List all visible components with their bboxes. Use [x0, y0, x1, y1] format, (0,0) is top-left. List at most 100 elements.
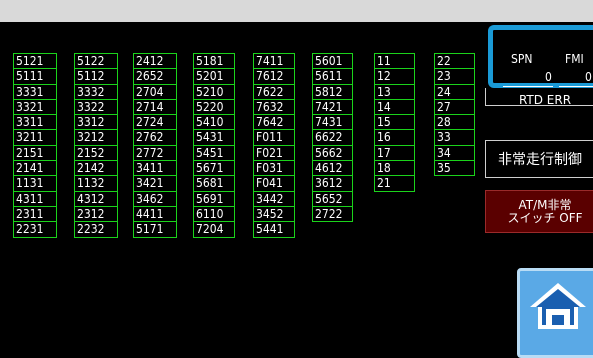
- fault-code-cell: 2772: [133, 144, 177, 162]
- fault-code-cell: 2312: [74, 205, 118, 223]
- fault-code-cell: 2762: [133, 129, 177, 146]
- atm-line2-label: スイッチ OFF: [507, 210, 583, 225]
- fault-code-cell: 5201: [193, 68, 235, 85]
- fault-code-cell: 7421: [312, 98, 353, 116]
- fault-code-cell: 7431: [312, 114, 353, 131]
- fault-code-cell: 34: [434, 144, 475, 162]
- fault-code-cell: 2714: [133, 98, 177, 116]
- fault-code-cell: 3211: [13, 129, 57, 146]
- fault-code-cell: 7612: [253, 68, 295, 85]
- code-column: 5121 5111 3331 3321 3311 3211 2151 2141 1131 4311…: [13, 53, 57, 238]
- fault-code-cell: 22: [434, 53, 475, 70]
- fault-code-cell: 3321: [13, 98, 57, 116]
- fault-code-cell: 5601: [312, 53, 353, 70]
- fault-code-cell: 6110: [193, 205, 235, 223]
- fmi-label: FMI: [565, 52, 584, 66]
- fault-code-cell: 24: [434, 83, 475, 100]
- fault-code-cell: 5122: [74, 53, 118, 70]
- code-column: 22 23 24 27 28 33 34 35: [434, 53, 475, 177]
- fault-code-cell: 3311: [13, 114, 57, 131]
- fault-code-cell: 23: [434, 68, 475, 85]
- fault-code-cell: 2704: [133, 83, 177, 100]
- fault-code-cell: 27: [434, 98, 475, 116]
- fault-code-cell: 28: [434, 114, 475, 131]
- code-column: 7411 7612 7622 7632 7642 F011 F021 F031 F041 3442…: [253, 53, 295, 238]
- fault-code-cell: 5111: [13, 68, 57, 85]
- fault-code-cell: 7632: [253, 98, 295, 116]
- fault-code-cell: 21: [374, 175, 415, 192]
- fault-code-cell: 5181: [193, 53, 235, 70]
- fault-code-cell: 7411: [253, 53, 295, 70]
- fault-code-cell: 3452: [253, 205, 295, 223]
- fault-code-cell: 5662: [312, 144, 353, 162]
- fault-code-cell: 3421: [133, 175, 177, 192]
- fault-code-cell: 18: [374, 160, 415, 177]
- fmi-underline: [559, 86, 593, 87]
- top-bar: [0, 0, 593, 22]
- fault-code-cell: 4612: [312, 160, 353, 177]
- code-column: 11 12 13 14 15 16 17 18 21: [374, 53, 415, 192]
- fault-code-cell: 2232: [74, 221, 118, 238]
- fault-code-cell: 3442: [253, 190, 295, 207]
- fault-code-cell: 2412: [133, 53, 177, 70]
- fault-code-cell: 5681: [193, 175, 235, 192]
- fault-code-cell: F031: [253, 160, 295, 177]
- spn-fmi-panel[interactable]: SPN FMI 0 0: [488, 25, 593, 88]
- fault-code-cell: 17: [374, 144, 415, 162]
- fault-code-cell: F041: [253, 175, 295, 192]
- fault-code-cell: 3612: [312, 175, 353, 192]
- code-column: 5122 5112 3332 3322 3312 3212 2152 2142 1132 4312…: [74, 53, 118, 238]
- fault-code-cell: 3322: [74, 98, 118, 116]
- code-column: 2412 2652 2704 2714 2724 2762 2772 3411 3421 3462…: [133, 53, 177, 238]
- fault-code-cell: 2652: [133, 68, 177, 85]
- fault-code-cell: 2142: [74, 160, 118, 177]
- fault-code-cell: 5121: [13, 53, 57, 70]
- fault-code-cell: 5410: [193, 114, 235, 131]
- code-column: 5601 5611 5812 7421 7431 6622 5662 4612 3612 5652…: [312, 53, 353, 223]
- fault-code-cell: 2231: [13, 221, 57, 238]
- fault-code-cell: 15: [374, 114, 415, 131]
- fault-code-cell: 5691: [193, 190, 235, 207]
- fault-code-cell: 4311: [13, 190, 57, 207]
- fault-code-cell: 3331: [13, 83, 57, 100]
- fault-code-cell: 3332: [74, 83, 118, 100]
- fault-code-cell: 4411: [133, 205, 177, 223]
- fault-code-cell: 5451: [193, 144, 235, 162]
- rtd-err-label: RTD ERR: [518, 93, 572, 106]
- atm-line1-label: AT/M非常: [518, 197, 572, 212]
- home-button[interactable]: [517, 268, 593, 358]
- emergency-travel-control-button[interactable]: 非常走行制御: [485, 140, 593, 178]
- fault-code-cell: 2311: [13, 205, 57, 223]
- fault-code-cell: 11: [374, 53, 415, 70]
- fault-code-cell: 5431: [193, 129, 235, 146]
- rtd-err-button[interactable]: RTD ERR: [485, 88, 593, 106]
- fault-code-cell: 2141: [13, 160, 57, 177]
- fault-code-cell: 16: [374, 129, 415, 146]
- fault-code-cell: 7204: [193, 221, 235, 238]
- fault-code-cell: 14: [374, 98, 415, 116]
- fault-code-cell: F021: [253, 144, 295, 162]
- fault-code-cell: 4312: [74, 190, 118, 207]
- fault-code-cell: 13: [374, 83, 415, 100]
- fault-code-cell: F011: [253, 129, 295, 146]
- spn-underline: [503, 86, 553, 87]
- fault-code-cell: 5671: [193, 160, 235, 177]
- fault-code-cell: 2722: [312, 205, 353, 223]
- fault-code-cell: 5812: [312, 83, 353, 100]
- emergency-travel-control-label: 非常走行制御: [498, 152, 582, 168]
- spn-label: SPN: [511, 52, 533, 66]
- fault-code-cell: 2724: [133, 114, 177, 131]
- atm-emergency-switch-button[interactable]: AT/M非常 スイッチ OFF: [485, 190, 593, 233]
- fault-code-cell: 5112: [74, 68, 118, 85]
- fault-code-cell: 3411: [133, 160, 177, 177]
- fault-code-cell: 5441: [253, 221, 295, 238]
- fault-code-cell: 12: [374, 68, 415, 85]
- fault-code-cell: 3462: [133, 190, 177, 207]
- fault-code-cell: 33: [434, 129, 475, 146]
- fault-code-cell: 35: [434, 160, 475, 177]
- fault-code-cell: 5171: [133, 221, 177, 238]
- spn-value: 0: [545, 70, 552, 84]
- fault-code-cell: 2151: [13, 144, 57, 162]
- fault-code-cell: 2152: [74, 144, 118, 162]
- fault-code-cell: 3212: [74, 129, 118, 146]
